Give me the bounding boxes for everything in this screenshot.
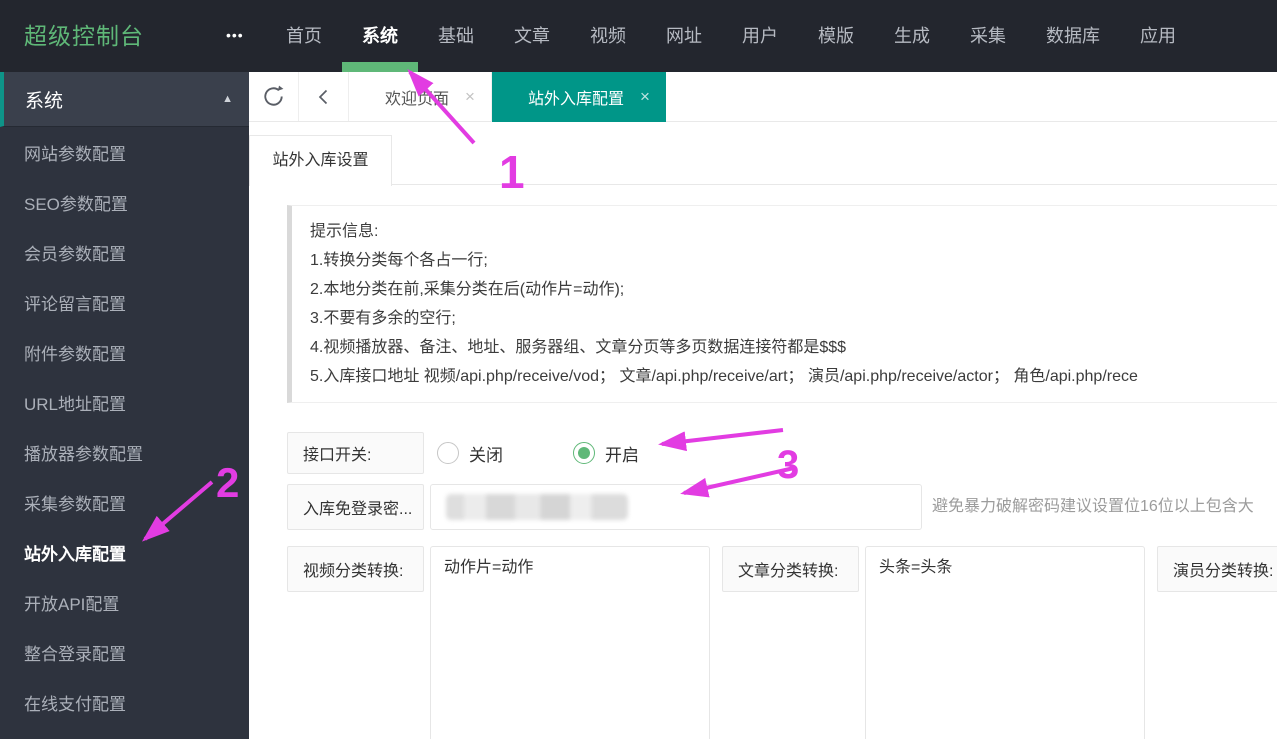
close-icon[interactable]: × [640,87,650,107]
top-nav-item[interactable]: 采集 [950,0,1026,72]
notice-lines: 1.转换分类每个各占一行; 2.本地分类在前,采集分类在后(动作片=动作); 3… [310,246,1277,391]
sidebar-item[interactable]: 整合登录配置 [0,630,249,680]
category-convert-group: 演员分类转换: [1157,546,1277,739]
sidebar-item[interactable]: URL地址配置 [0,380,249,430]
category-convert-label: 文章分类转换: [722,546,859,592]
sidebar-item[interactable]: 站外入库配置 [0,530,249,580]
tab-site-external-settings[interactable]: 站外入库设置 [249,135,392,186]
password-label: 入库免登录密... [287,484,424,530]
top-nav-item[interactable]: 数据库 [1026,0,1120,72]
top-nav-menu: 首页 系统 基础 文章 视频 网址 用户 模版 生成 采集 数据库 应用 [266,0,1196,72]
sidebar: 系统 ▲ 网站参数配置 SEO参数配置 会员参数配置 评论留言配置 附件参数配置… [0,72,249,739]
app-logo: 超级控制台 [24,0,144,72]
category-convert-group: 视频分类转换: 动作片=动作 [287,546,710,739]
api-switch-radios: 关闭 开启 [437,432,639,474]
refresh-icon [260,83,287,110]
category-convert-textarea[interactable]: 动作片=动作 [430,546,710,739]
sidebar-item[interactable]: 评论留言配置 [0,280,249,330]
window-tab-label: 欢迎页面 [385,85,449,109]
window-tabbar: 欢迎页面 × 站外入库配置 × [249,72,1277,122]
top-nav-item[interactable]: 基础 [418,0,494,72]
tab-scroll-left-button[interactable] [299,72,349,121]
collapse-caret-icon: ▲ [222,93,249,105]
top-nav-item[interactable]: 首页 [266,0,342,72]
top-navbar: 超级控制台 ••• 首页 系统 基础 文章 视频 网址 用户 模版 生成 采集 … [0,0,1277,72]
password-hint: 避免暴力破解密码建议设置位16位以上包含大 [932,484,1254,530]
category-convert-label: 演员分类转换: [1157,546,1277,592]
page-tab-strip: 站外入库设置 [249,122,1277,185]
radio-on-label: 开启 [605,441,639,466]
radio-off-circle [437,442,459,464]
sidebar-group-header[interactable]: 系统 ▲ [0,72,249,127]
chevron-left-icon [314,87,334,107]
top-nav-item[interactable]: 文章 [494,0,570,72]
radio-off[interactable]: 关闭 [437,441,503,466]
top-nav-item[interactable]: 用户 [722,0,798,72]
sidebar-item[interactable]: 在线支付配置 [0,680,249,730]
radio-on-circle [573,442,595,464]
category-convert-group: 文章分类转换: 头条=头条 [722,546,1145,739]
radio-off-label: 关闭 [469,441,503,466]
sidebar-item[interactable]: 播放器参数配置 [0,430,249,480]
sidebar-item[interactable]: 开放API配置 [0,580,249,630]
notice-line: 2.本地分类在前,采集分类在后(动作片=动作); [310,275,1277,304]
window-tab[interactable]: 站外入库配置 × [492,72,666,122]
top-nav-item[interactable]: 生成 [874,0,950,72]
password-input[interactable] [430,484,922,530]
notice-title: 提示信息: [310,217,1277,246]
blurred-password-value [446,494,628,520]
top-nav-item[interactable]: 模版 [798,0,874,72]
sidebar-item[interactable]: SEO参数配置 [0,180,249,230]
window-tabs: 欢迎页面 × 站外入库配置 × [349,72,666,121]
category-convert-textarea[interactable]: 头条=头条 [865,546,1145,739]
refresh-button[interactable] [249,72,299,121]
sidebar-group-title: 系统 [4,86,222,113]
sidebar-item[interactable]: 网站参数配置 [0,130,249,180]
category-convert-label: 视频分类转换: [287,546,424,592]
sidebar-menu: 网站参数配置 SEO参数配置 会员参数配置 评论留言配置 附件参数配置 URL地… [0,127,249,730]
top-nav-item[interactable]: 网址 [646,0,722,72]
notice-line: 1.转换分类每个各占一行; [310,246,1277,275]
top-nav-item[interactable]: 系统 [342,0,418,72]
category-convert-row: 视频分类转换: 动作片=动作 文章分类转换: 头条=头条 演员分类转换: [287,546,1277,739]
notice-line: 3.不要有多余的空行; [310,304,1277,333]
notice-box: 提示信息: 1.转换分类每个各占一行; 2.本地分类在前,采集分类在后(动作片=… [287,205,1277,403]
sidebar-item[interactable]: 采集参数配置 [0,480,249,530]
window-tab-label: 站外入库配置 [528,85,624,109]
radio-on[interactable]: 开启 [573,441,639,466]
api-switch-label: 接口开关: [287,432,424,474]
notice-line: 4.视频播放器、备注、地址、服务器组、文章分页等多页数据连接符都是$$$ [310,333,1277,362]
notice-line: 5.入库接口地址 视频/api.php/receive/vod； 文章/api.… [310,362,1277,391]
top-nav-item[interactable]: 应用 [1120,0,1196,72]
main-content: 站外入库设置 提示信息: 1.转换分类每个各占一行; 2.本地分类在前,采集分类… [249,122,1277,739]
window-tab[interactable]: 欢迎页面 × [349,72,492,122]
sidebar-item[interactable]: 会员参数配置 [0,230,249,280]
top-nav-item[interactable]: 视频 [570,0,646,72]
sidebar-item[interactable]: 附件参数配置 [0,330,249,380]
close-icon[interactable]: × [465,87,475,107]
nav-more-toggle[interactable]: ••• [226,0,244,72]
